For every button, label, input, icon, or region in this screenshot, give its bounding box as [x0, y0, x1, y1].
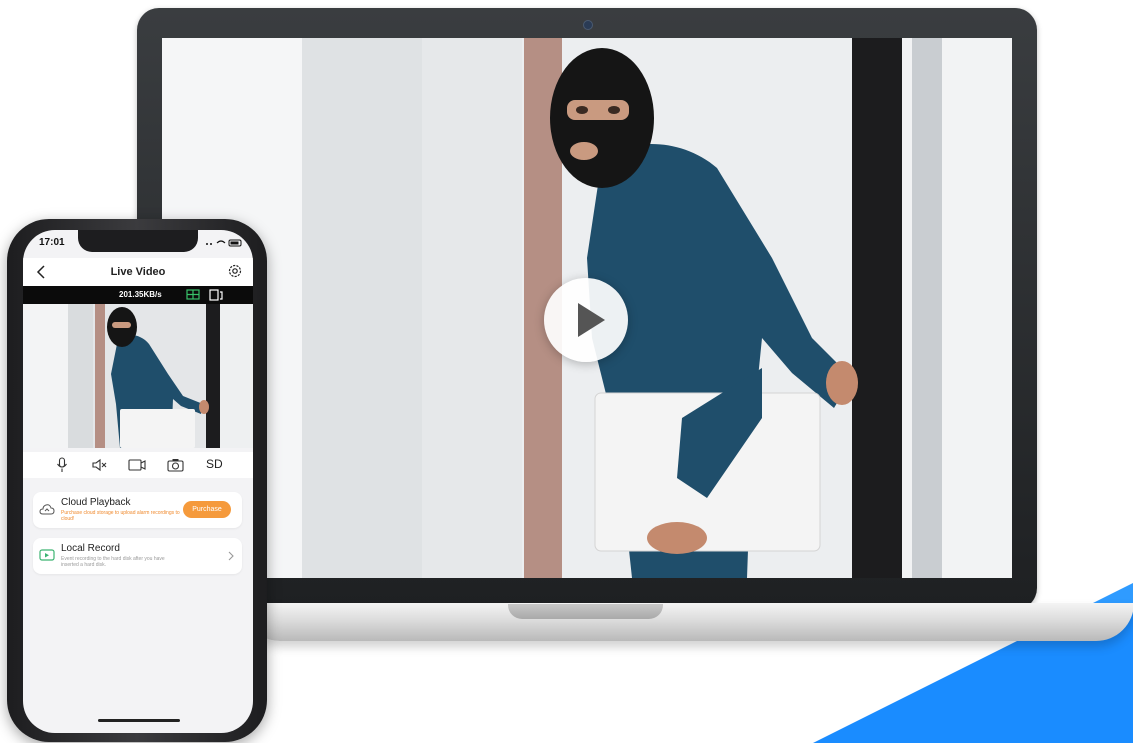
record-icon[interactable]: [128, 457, 146, 473]
nav-bar: Live Video: [23, 258, 253, 286]
phone-video-preview[interactable]: [23, 304, 253, 448]
laptop-base: [242, 603, 1133, 641]
local-record-card[interactable]: Local Record Event recording to the hard…: [33, 538, 242, 574]
playback-controls: SD: [23, 452, 253, 478]
cloud-playback-subtitle: Purchase cloud storage to upload alarm r…: [61, 510, 180, 522]
settings-icon[interactable]: [227, 263, 243, 279]
status-icons: [206, 239, 242, 247]
mute-icon[interactable]: [91, 457, 107, 473]
cloud-icon: [39, 504, 55, 515]
play-icon: [578, 303, 605, 337]
webcam: [583, 20, 593, 30]
camera-footage-thumbnail: [23, 304, 253, 448]
local-record-title: Local Record: [61, 543, 120, 554]
local-record-icon: [39, 549, 55, 561]
cloud-playback-title: Cloud Playback: [61, 497, 131, 508]
cloud-playback-card[interactable]: Cloud Playback Purchase cloud storage to…: [33, 492, 242, 528]
local-record-subtitle: Event recording to the hard disk after y…: [61, 556, 165, 568]
grid-icon[interactable]: [186, 289, 200, 300]
page-title: Live Video: [110, 266, 166, 278]
chevron-right-icon: [228, 551, 234, 561]
quality-toggle[interactable]: SD: [206, 457, 223, 471]
phone-notch: [78, 230, 198, 252]
home-indicator: [98, 719, 180, 722]
microphone-icon[interactable]: [56, 457, 68, 473]
laptop-opening-notch: [508, 604, 663, 619]
screen-switch-icon[interactable]: [209, 289, 223, 301]
stream-info-bar: 201.35KB/s: [23, 286, 253, 304]
phone-screen: 17:01 Live Video 201.35KB/s SD Cloud Pla…: [23, 230, 253, 733]
camera-icon[interactable]: [167, 457, 184, 473]
laptop-video-feed[interactable]: [162, 38, 1012, 578]
play-button[interactable]: [544, 278, 628, 362]
bitrate-label: 201.35KB/s: [119, 290, 162, 299]
purchase-button[interactable]: Purchase: [183, 501, 231, 518]
status-time: 17:01: [39, 237, 65, 248]
